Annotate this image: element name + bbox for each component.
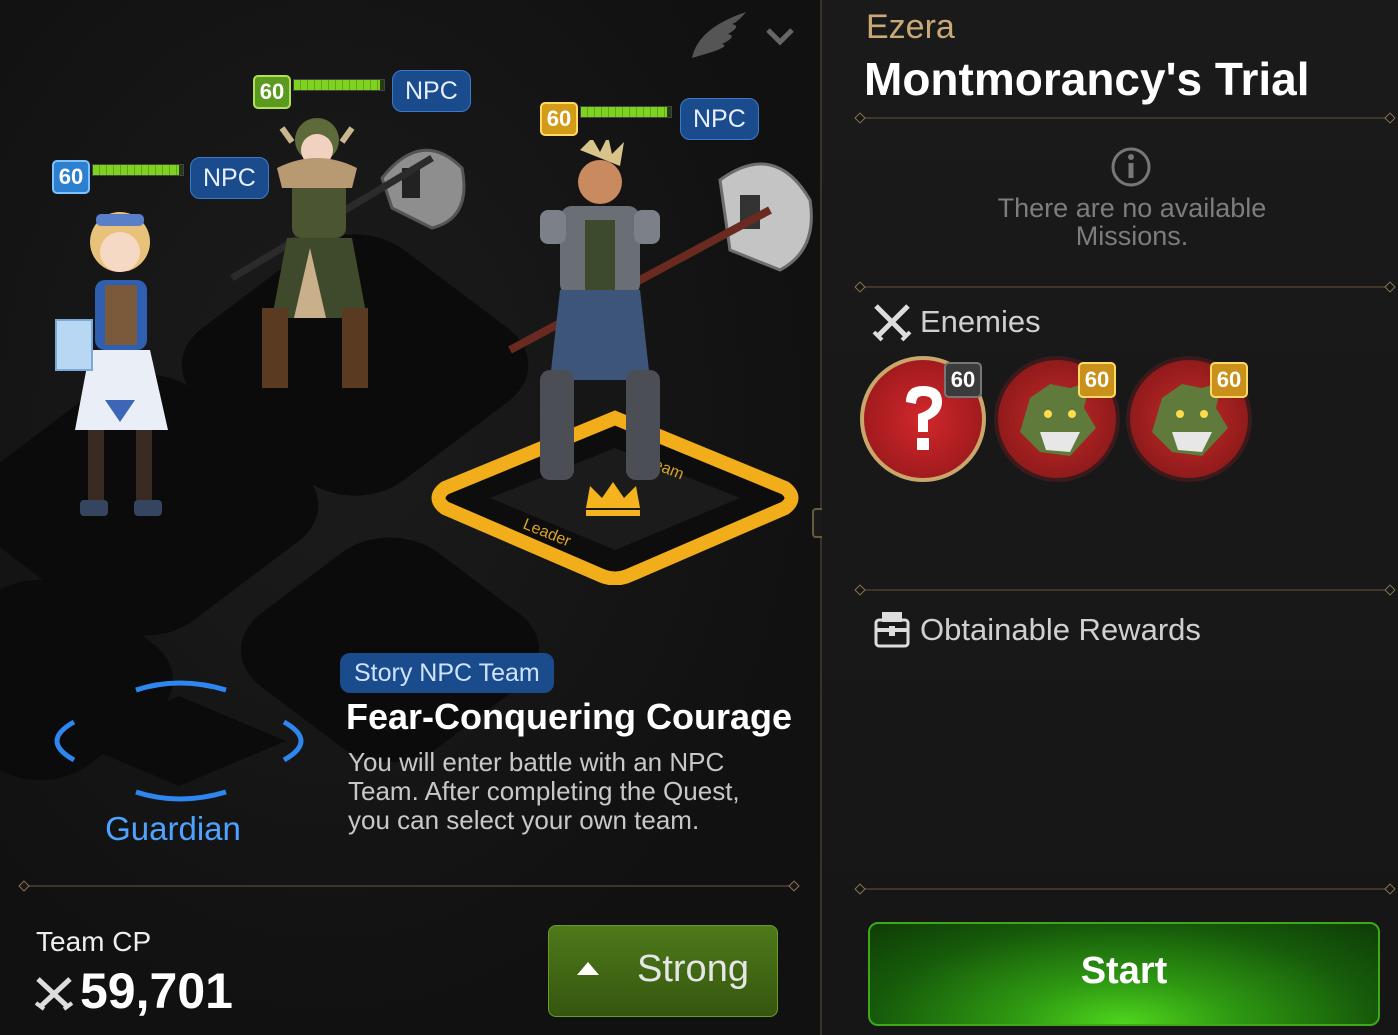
missions-empty-message: There are no available Missions. [997,193,1267,251]
character-sprite-warrior[interactable] [500,140,820,500]
character-sprite-scholar[interactable] [50,200,200,540]
divider [858,888,1392,890]
npc-tag: NPC [190,157,269,199]
divider [22,885,796,887]
guardian-label: Guardian [105,810,241,847]
party-member-status: 60 [540,102,672,136]
enemy-portrait[interactable]: 60 [1126,356,1252,482]
crossed-swords-icon [872,304,912,342]
quest-title: Montmorancy's Trial [864,53,1310,105]
team-description: You will enter battle with an NPC Team. … [348,747,740,835]
team-cp-value: 59,701 [80,963,233,1019]
story-npc-team-badge: Story NPC Team [340,653,554,693]
divider [858,117,1392,119]
up-arrow-icon [577,962,599,975]
hp-bar [92,164,184,176]
divider [858,286,1392,288]
level-badge: 60 [253,75,291,109]
region-name: Ezera [866,8,955,46]
treasure-chest-icon [874,612,910,648]
divider [858,589,1392,591]
level-badge: 60 [540,102,578,136]
npc-tag: NPC [680,98,759,140]
hp-bar [580,106,672,118]
character-sprite-viking[interactable] [222,108,492,408]
enemies-label: Enemies [920,304,1041,339]
crossed-swords-icon [34,977,74,1011]
start-button[interactable]: Start [868,922,1380,1026]
strength-indicator-button[interactable]: Strong [548,925,778,1017]
team-cp-label: Team CP [36,926,152,957]
question-mark-icon [906,386,942,450]
start-label: Start [1080,950,1168,992]
hp-bar [293,79,385,91]
enemy-portrait[interactable]: 60 [994,356,1120,482]
party-member-status: 60 [253,75,385,109]
info-icon [1111,147,1151,187]
guardian-slot-icon[interactable] [36,676,322,806]
level-badge: 60 [52,160,90,194]
enemy-portrait[interactable]: 60 [860,356,986,482]
rewards-label: Obtainable Rewards [920,612,1201,647]
party-member-status: 60 [52,160,184,194]
enemy-level-badge: 60 [1210,362,1248,398]
team-title: Fear-Conquering Courage [346,696,793,737]
chevron-down-icon[interactable] [764,24,796,48]
enemy-level-badge: 60 [1078,362,1116,398]
team-formation-panel: Team Leader 60 NPC 60 NPC 60 NPC Guardia… [0,0,820,1035]
enemy-level-badge: 60 [944,362,982,398]
strength-label: Strong [637,948,749,990]
npc-tag: NPC [392,70,471,112]
wing-icon[interactable] [688,8,750,62]
